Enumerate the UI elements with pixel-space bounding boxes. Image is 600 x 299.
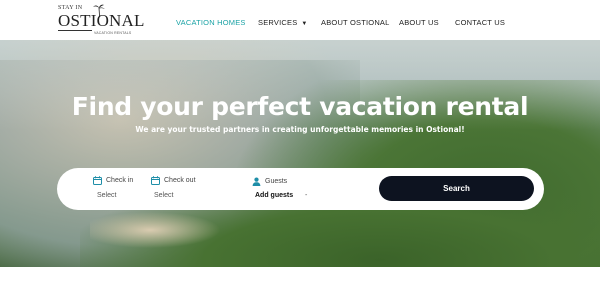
guests-select[interactable]: Add guests [255,192,293,199]
guests-label: Guests [265,178,288,185]
checkout-label: Check out [164,177,196,184]
hero-title: Find your perfect vacation rental [71,92,529,121]
calendar-icon [93,176,102,185]
guests-dropdown-dash[interactable]: - [305,192,307,199]
hero-beach [90,210,220,250]
nav-services-label: SERVICES [258,18,298,27]
logo-tagline: VACATION RENTALS [94,31,132,35]
site-logo[interactable]: STAY IN OSTIONAL VACATION RENTALS [58,3,144,37]
logo-name: OSTIONAL [58,11,145,30]
hero-subtitle: We are your trusted partners in creating… [135,125,465,134]
nav-contact-us[interactable]: CONTACT US [455,18,505,27]
nav-vacation-homes[interactable]: VACATION HOMES [176,18,246,27]
checkout-select[interactable]: Select [154,192,173,199]
site-header: STAY IN OSTIONAL VACATION RENTALS VACATI… [0,0,600,40]
nav-services[interactable]: SERVICES ▼ [258,18,308,27]
page: STAY IN OSTIONAL VACATION RENTALS VACATI… [0,0,600,299]
nav-about-ostional[interactable]: ABOUT OSTIONAL [321,18,390,27]
search-button[interactable]: Search [379,176,534,201]
chevron-down-icon: ▼ [301,21,308,27]
nav-about-us[interactable]: ABOUT US [399,18,439,27]
hero-banner: Find your perfect vacation rental We are… [0,40,600,267]
checkin-select[interactable]: Select [97,192,116,199]
calendar-icon [151,176,160,185]
checkin-label: Check in [106,177,134,184]
logo-divider [58,30,92,31]
user-icon [252,177,261,186]
